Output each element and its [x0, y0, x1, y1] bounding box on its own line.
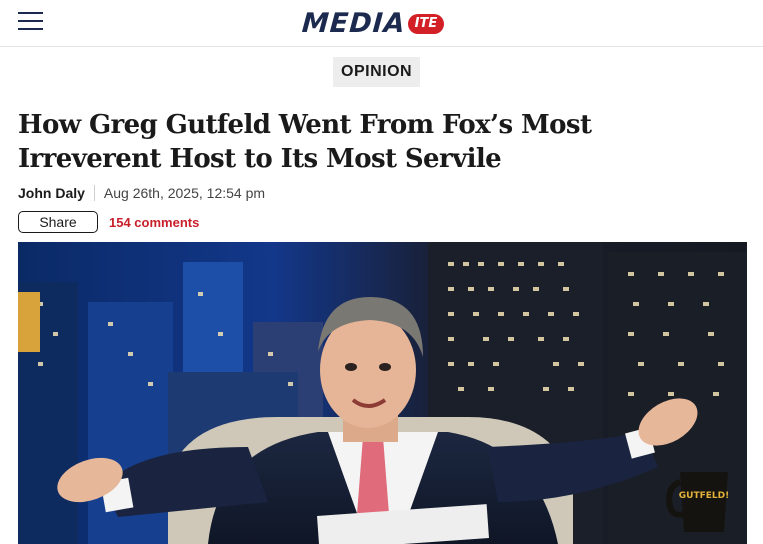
- logo-badge: ITE: [407, 14, 445, 34]
- hero-image: GUTFELD!: [18, 242, 747, 544]
- site-logo[interactable]: MEDIA ITE: [300, 7, 445, 39]
- share-button[interactable]: Share: [18, 211, 98, 233]
- byline: John Daly Aug 26th, 2025, 12:54 pm: [18, 185, 265, 201]
- logo-text: MEDIA: [300, 7, 407, 39]
- mug-text: GUTFELD!: [679, 491, 729, 501]
- hamburger-menu-icon[interactable]: [18, 12, 44, 32]
- section-tag[interactable]: OPINION: [333, 57, 421, 87]
- byline-divider: [93, 185, 95, 201]
- article-headline: How Greg Gutfeld Went From Fox’s Most Ir…: [18, 110, 592, 174]
- publish-date: Aug 26th, 2025, 12:54 pm: [103, 185, 266, 201]
- comments-link[interactable]: 154 comments: [109, 215, 199, 230]
- author-name[interactable]: John Daly: [18, 185, 85, 201]
- top-bar: MEDIA ITE: [0, 0, 763, 47]
- hero-photo: GUTFELD!: [18, 242, 747, 544]
- share-row: Share 154 comments: [18, 211, 199, 233]
